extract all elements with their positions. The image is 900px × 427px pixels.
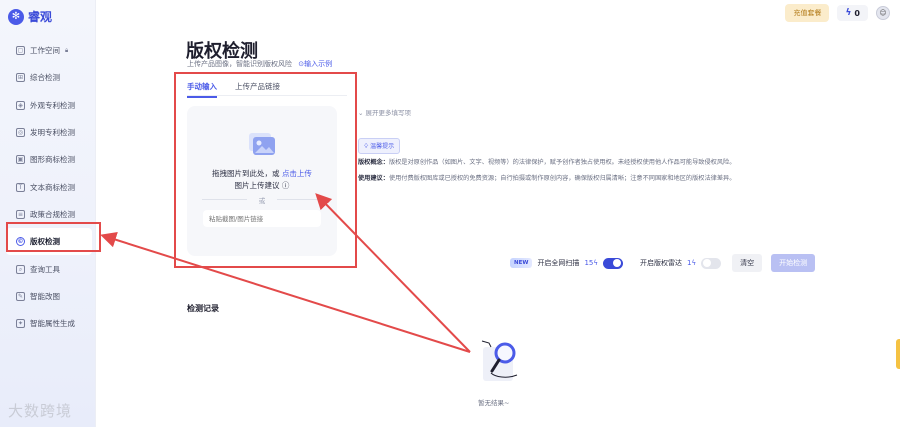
page-subtitle-text: 上传产品图像，智能识别版权风险 bbox=[187, 60, 292, 68]
radar-label: 开启版权雷达 bbox=[639, 259, 682, 267]
example-link[interactable]: ⊙输入示例 bbox=[298, 60, 332, 68]
new-badge: NEW bbox=[510, 258, 533, 268]
radar-cost: 1ϟ bbox=[687, 259, 696, 267]
tip-tag: 💡︎ 温馨提示 bbox=[358, 138, 401, 154]
sidebar-item-label: 智能改图 bbox=[30, 291, 60, 301]
full-scan-toggle[interactable] bbox=[602, 257, 623, 269]
sidebar-item-image-edit[interactable]: ✎ 智能改图 bbox=[6, 283, 92, 310]
text-trademark-icon: T bbox=[16, 182, 25, 192]
detection-controls: NEW 开启全网扫描 15ϟ 开启版权雷达 1ϟ 清空 开始检测 bbox=[510, 254, 816, 272]
expand-label: 展开更多填写项 bbox=[365, 109, 412, 117]
recharge-button[interactable]: 充值套餐 bbox=[785, 4, 830, 22]
advice-text: 使用付费版权图库或已授权的免费资源；自行拍摄或制作原创内容，确保版权归属清晰；注… bbox=[388, 175, 736, 182]
lock-icon: 🔒︎ bbox=[65, 46, 69, 54]
expand-more-fields[interactable]: ⌄ 展开更多填写项 bbox=[358, 107, 411, 117]
clear-button[interactable]: 清空 bbox=[732, 254, 763, 272]
empty-magnifier-icon bbox=[481, 340, 518, 381]
empty-result-text: 暂无结果~ bbox=[478, 399, 510, 407]
sidebar: ✻ 睿观 ▢ 工作空间 🔒︎ ⊞ 综合检测 ◈ 外观专利检测 ◎ 发明专利检测 bbox=[0, 0, 96, 427]
sidebar-item-text-trademark[interactable]: T 文本商标检测 bbox=[6, 173, 92, 200]
image-trademark-icon: ▣ bbox=[16, 155, 25, 165]
topbar: 充值套餐 ϟ 0 ☺ bbox=[785, 4, 890, 22]
attribute-icon: ✦ bbox=[16, 319, 25, 329]
advice-label: 使用建议： bbox=[358, 175, 389, 182]
copyright-concept: 版权概念：版权是对原创作品（如图片、文字、视频等）的法律保护，赋予创作者独占使用… bbox=[358, 157, 735, 166]
sidebar-item-invention-patent[interactable]: ◎ 发明专利检测 bbox=[6, 119, 92, 146]
records-title: 检测记录 bbox=[187, 304, 219, 313]
energy-balance[interactable]: ϟ 0 bbox=[837, 5, 868, 21]
image-edit-icon: ✎ bbox=[16, 291, 25, 301]
bolt-icon: ϟ bbox=[845, 8, 852, 18]
sidebar-item-workspace[interactable]: ▢ 工作空间 🔒︎ bbox=[6, 37, 92, 64]
policy-icon: ≡ bbox=[16, 209, 25, 219]
sidebar-item-label: 文本商标检测 bbox=[30, 182, 75, 192]
concept-label: 版权概念： bbox=[358, 159, 389, 166]
sidebar-item-design-patent[interactable]: ◈ 外观专利检测 bbox=[6, 92, 92, 119]
sidebar-item-label: 外观专利检测 bbox=[30, 100, 75, 110]
grid-icon: ⊞ bbox=[16, 73, 25, 83]
tip-label: 温馨提示 bbox=[370, 143, 395, 150]
sidebar-nav: ▢ 工作空间 🔒︎ ⊞ 综合检测 ◈ 外观专利检测 ◎ 发明专利检测 ▣ 图形商… bbox=[6, 37, 92, 337]
sidebar-item-image-trademark[interactable]: ▣ 图形商标检测 bbox=[6, 146, 92, 173]
chevron-down-icon: ⌄ bbox=[358, 109, 366, 117]
sidebar-item-label: 综合检测 bbox=[30, 73, 60, 83]
logo[interactable]: ✻ 睿观 bbox=[8, 8, 52, 25]
toggle-knob bbox=[703, 259, 712, 267]
annotation-box-upload bbox=[174, 72, 357, 268]
watermark: 大数跨境 bbox=[8, 402, 73, 420]
sidebar-item-label: 查询工具 bbox=[30, 264, 60, 274]
start-detection-button[interactable]: 开始检测 bbox=[771, 254, 816, 272]
annotation-arrows bbox=[100, 193, 471, 353]
sidebar-item-label: 发明专利检测 bbox=[30, 128, 75, 138]
sidebar-item-attribute[interactable]: ✦ 智能属性生成 bbox=[6, 310, 92, 337]
full-scan-cost: 15ϟ bbox=[584, 259, 598, 267]
invention-patent-icon: ◎ bbox=[16, 128, 25, 138]
sidebar-item-label: 政策合规检测 bbox=[30, 209, 75, 219]
concept-text: 版权是对原创作品（如图片、文字、视频等）的法律保护，赋予创作者独占使用权。未经授… bbox=[388, 159, 736, 166]
app-window: ✻ 睿观 ▢ 工作空间 🔒︎ ⊞ 综合检测 ◈ 外观专利检测 ◎ 发明专利检测 bbox=[0, 0, 900, 427]
full-scan-label: 开启全网扫描 bbox=[537, 259, 580, 267]
radar-toggle[interactable] bbox=[701, 257, 722, 269]
usage-advice: 使用建议：使用付费版权图库或已授权的免费资源；自行拍摄或制作原创内容，确保版权归… bbox=[358, 173, 735, 182]
sidebar-item-comprehensive[interactable]: ⊞ 综合检测 bbox=[6, 64, 92, 91]
workspace-icon: ▢ bbox=[16, 46, 25, 56]
search-tool-icon: ⌕ bbox=[16, 264, 25, 274]
bolt-icon: ϟ bbox=[691, 259, 697, 267]
sidebar-item-label: 工作空间 bbox=[30, 46, 60, 56]
avatar-icon[interactable]: ☺ bbox=[876, 6, 890, 20]
sidebar-item-search-tool[interactable]: ⌕ 查询工具 bbox=[6, 255, 92, 282]
sidebar-item-label: 智能属性生成 bbox=[30, 319, 75, 329]
energy-value: 0 bbox=[854, 8, 860, 18]
page-subtitle: 上传产品图像，智能识别版权风险 ⊙输入示例 bbox=[187, 59, 332, 69]
sidebar-item-label: 图形商标检测 bbox=[30, 155, 75, 165]
brand-name: 睿观 bbox=[28, 10, 53, 24]
toggle-knob bbox=[612, 259, 621, 267]
annotation-box-sidebar bbox=[6, 222, 101, 252]
side-feedback-tab[interactable] bbox=[896, 339, 900, 369]
design-patent-icon: ◈ bbox=[16, 100, 25, 110]
snowflake-icon: ✻ bbox=[8, 8, 24, 25]
bolt-icon: ϟ bbox=[593, 259, 598, 267]
